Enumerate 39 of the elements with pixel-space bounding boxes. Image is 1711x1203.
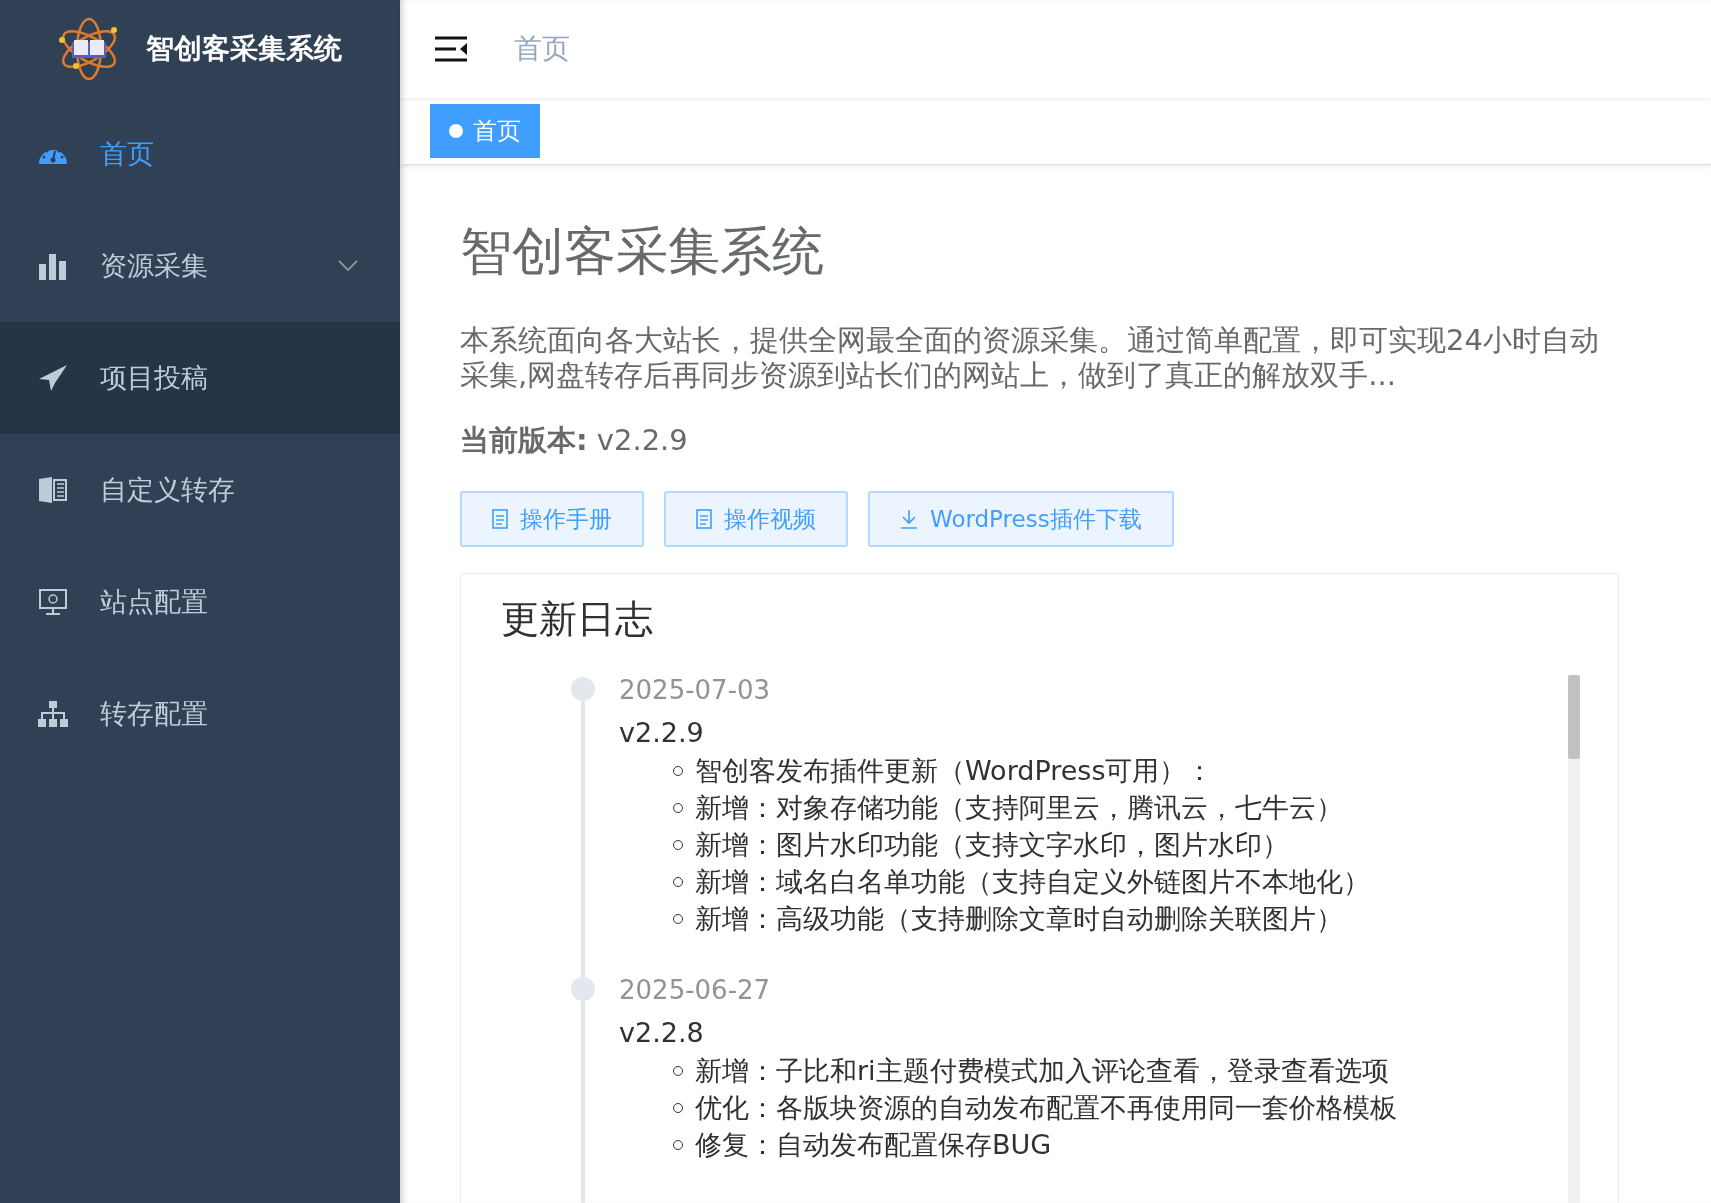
card-title: 更新日志: [501, 596, 654, 643]
menu-item[interactable]: 站点配置: [0, 546, 400, 658]
changelog-item: 新增：高级功能（支持删除文章时自动删除关联图片）: [695, 902, 1343, 936]
dot-icon: [449, 124, 463, 138]
entry-version: v2.2.8: [619, 1017, 705, 1048]
changelog-item: 新增：对象存储功能（支持阿里云，腾讯云，七牛云）: [695, 791, 1343, 825]
download-icon: [900, 509, 918, 529]
changelog-item: 新增：子比和ri主题付费模式加入评论查看，登录查看选项: [695, 1054, 1389, 1088]
paper-plane-icon: [38, 364, 68, 392]
entry-version: v2.2.9: [619, 717, 705, 748]
link-button[interactable]: WordPress插件下载: [868, 491, 1174, 547]
link-button[interactable]: 操作手册: [460, 491, 644, 547]
tab[interactable]: 首页: [430, 104, 540, 158]
monitor-icon: [38, 588, 68, 616]
menu-item[interactable]: 自定义转存: [0, 434, 400, 546]
changelog-item: 优化：各版块资源的自动发布配置不再使用同一套价格模板: [695, 1091, 1397, 1125]
bar-chart-icon: [38, 252, 68, 280]
menu-item[interactable]: 首页: [0, 98, 400, 210]
app-title: 智创客采集系统: [146, 31, 342, 67]
book-icon: [38, 476, 68, 504]
document-icon: [492, 509, 508, 529]
link-button[interactable]: 操作视频: [664, 491, 848, 547]
page-title: 智创客采集系统: [460, 220, 825, 283]
version-text: 当前版本: v2.2.9: [460, 422, 689, 459]
menu-icon[interactable]: [434, 35, 468, 63]
scrollbar[interactable]: [1568, 675, 1580, 1203]
changelog-item: 智创客发布插件更新（WordPress可用）：: [695, 754, 1214, 788]
menu-item[interactable]: 资源采集: [0, 210, 400, 322]
breadcrumb[interactable]: 首页: [514, 30, 570, 68]
changelog-item: 修复：自动发布配置保存BUG: [695, 1128, 1052, 1162]
menu-item[interactable]: 项目投稿: [0, 322, 400, 434]
menu-item[interactable]: 转存配置: [0, 658, 400, 770]
description: 本系统面向各大站长，提供全网最全面的资源采集。通过简单配置，即可实现24小时自动采集,网盘转存后再同步资源到站长们的网站上，做到了真正的解放双手...: [460, 323, 1600, 393]
entry-date: 2025-07-03: [619, 675, 772, 705]
sitemap-icon: [38, 700, 68, 728]
document-icon: [696, 509, 712, 529]
entry-date: 2025-06-27: [619, 975, 772, 1005]
changelog-item: 新增：图片水印功能（支持文字水印，图片水印）: [695, 828, 1289, 862]
changelog-item: 新增：域名白名单功能（支持自定义外链图片不本地化）: [695, 865, 1370, 899]
